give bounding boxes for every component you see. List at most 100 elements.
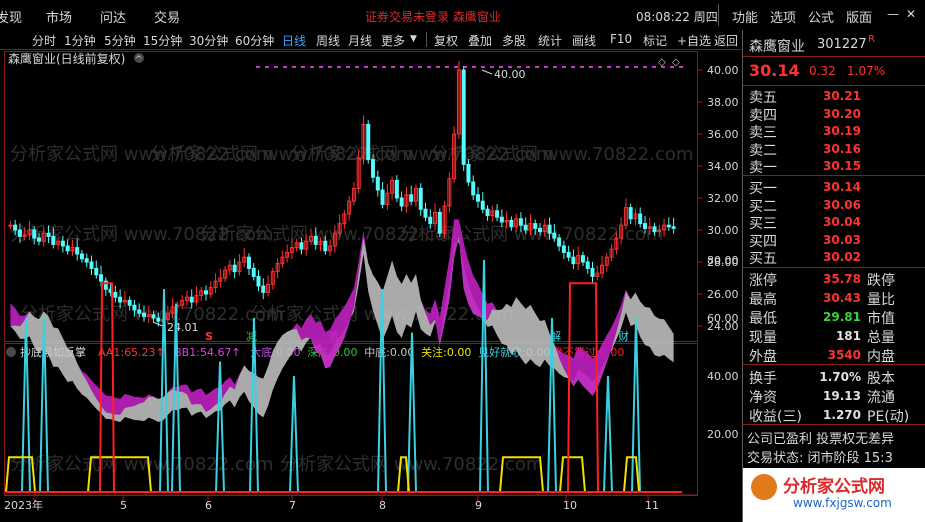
candle-body <box>652 226 657 233</box>
indicator-collapse-icon[interactable] <box>6 347 16 357</box>
signal-dot <box>418 66 422 68</box>
signal-dot <box>274 66 278 68</box>
stock-code: 301227 <box>817 37 867 52</box>
candle-body <box>137 309 142 314</box>
divider <box>743 267 925 268</box>
candle-body <box>37 237 42 242</box>
diamond-icon[interactable]: ◇ <box>658 57 666 68</box>
tool-multi-stock[interactable]: 多股 <box>502 32 526 49</box>
login-notice[interactable]: 证券交易未登录 森鹰窗业 <box>365 8 501 25</box>
quote-row-value: 29.81 <box>823 310 861 324</box>
chevron-up-icon[interactable]: ^ <box>135 55 143 65</box>
tool-draw[interactable]: 画线 <box>572 32 596 49</box>
quote-row-label: 最低 <box>749 311 777 327</box>
quote-row-value: 30.43 <box>823 291 861 305</box>
signal-dot <box>481 66 485 68</box>
period-tab-monthly[interactable]: 月线 <box>348 32 372 49</box>
high-price-label: 40.00 <box>494 68 526 81</box>
tool-f10[interactable]: F10 <box>610 32 632 46</box>
main-chart-title: 森鹰窗业(日线前复权) <box>8 51 125 66</box>
quote-row-value: 30.14 <box>823 180 861 194</box>
candle-body <box>399 197 404 207</box>
x-tick-label: 10 <box>563 499 577 512</box>
quote-row-right-label: 市值 <box>867 311 895 327</box>
candle-body <box>13 224 18 231</box>
candle-body <box>495 210 500 218</box>
signal-dot <box>400 66 404 68</box>
candle-body <box>418 187 423 210</box>
diamond-icon[interactable]: ◇ <box>672 57 680 68</box>
period-tab-60min[interactable]: 60分钟 <box>235 32 274 49</box>
kline-chart[interactable]: 分析家公式网 www.70822.com分析家公式网 www.70822.com… <box>0 50 742 518</box>
x-tick-label: 5 <box>120 499 127 512</box>
period-tab-15min[interactable]: 15分钟 <box>143 32 182 49</box>
signal-dot <box>382 66 386 68</box>
quote-row-label: 收益(三) <box>749 409 802 425</box>
candle-body <box>251 267 256 277</box>
menu-formula[interactable]: 公式 <box>808 7 834 26</box>
tool-fuquan[interactable]: 复权 <box>434 32 458 49</box>
quote-row-value: 19.13 <box>823 389 861 403</box>
candle-body <box>471 181 476 196</box>
watermark-text: 分析家公式网 www.70822.com <box>430 144 693 165</box>
signal-dot <box>526 66 530 68</box>
candle-body <box>132 304 137 311</box>
quote-row-value: 30.03 <box>823 232 861 247</box>
signal-dot <box>319 66 323 68</box>
candle-body <box>94 267 99 276</box>
quote-row-right-label: 内盘 <box>867 349 895 365</box>
menu-layout[interactable]: 版面 <box>846 7 872 26</box>
menu-options[interactable]: 选项 <box>770 7 796 26</box>
period-tab-weekly[interactable]: 周线 <box>316 32 340 49</box>
signal-dot <box>346 66 350 68</box>
period-tab-more[interactable]: 更多 <box>381 32 405 49</box>
clock-display: 08:08:22 周四 <box>636 10 718 24</box>
menu-trade[interactable]: 交易 <box>154 7 180 26</box>
y-tick-label: 26.00 <box>707 288 739 301</box>
candle-body <box>246 256 251 269</box>
tool-stats[interactable]: 统计 <box>538 32 562 49</box>
candle-body <box>428 216 433 225</box>
period-tab-daily[interactable]: 日线 <box>282 32 306 49</box>
signal-dot <box>409 66 413 68</box>
candle-body <box>261 285 266 293</box>
candle-body <box>561 245 566 253</box>
divider <box>743 85 925 86</box>
candle-body <box>79 253 84 260</box>
menu-function[interactable]: 功能 <box>732 7 758 26</box>
tool-add-watchlist[interactable]: +自选 <box>677 32 711 49</box>
period-tab-fenshi[interactable]: 分时 <box>32 32 56 49</box>
candle-body <box>75 247 80 255</box>
quote-row-label: 卖一 <box>749 160 777 176</box>
candle-body <box>538 227 543 233</box>
signal-s: S <box>205 330 213 343</box>
period-tab-1min[interactable]: 1分钟 <box>64 32 96 49</box>
divider <box>743 56 925 57</box>
signal-dot <box>598 66 602 68</box>
tool-mark[interactable]: 标记 <box>643 32 667 49</box>
signal-dot <box>472 66 476 68</box>
candle-body <box>256 275 261 287</box>
candle-body <box>156 317 161 322</box>
quote-row-right-label: 量比 <box>867 292 895 308</box>
period-tab-30min[interactable]: 30分钟 <box>189 32 228 49</box>
menu-discover[interactable]: 发现 <box>0 7 22 26</box>
minimize-icon[interactable]: — <box>887 7 899 21</box>
menu-wenda[interactable]: 问达 <box>100 7 126 26</box>
signal-dot <box>544 66 548 68</box>
chevron-down-icon[interactable]: ▼ <box>410 34 417 44</box>
x-tick-label: 9 <box>475 499 482 512</box>
menu-market[interactable]: 市场 <box>46 7 72 26</box>
quote-row-label: 外盘 <box>749 349 777 365</box>
x-tick-label: 2023年 <box>4 498 43 512</box>
indicator-y-tick-label: 60.00 <box>707 312 739 325</box>
y-tick-label: 34.00 <box>707 160 739 173</box>
tool-overlay[interactable]: 叠加 <box>468 32 492 49</box>
quote-row-label: 现量 <box>749 330 777 346</box>
close-icon[interactable]: ✕ <box>906 7 916 21</box>
period-tab-5min[interactable]: 5分钟 <box>104 32 136 49</box>
candle-body <box>509 219 514 228</box>
x-tick-label: 11 <box>645 499 659 512</box>
tool-back[interactable]: 返回 <box>714 32 738 49</box>
candle-body <box>666 224 671 228</box>
